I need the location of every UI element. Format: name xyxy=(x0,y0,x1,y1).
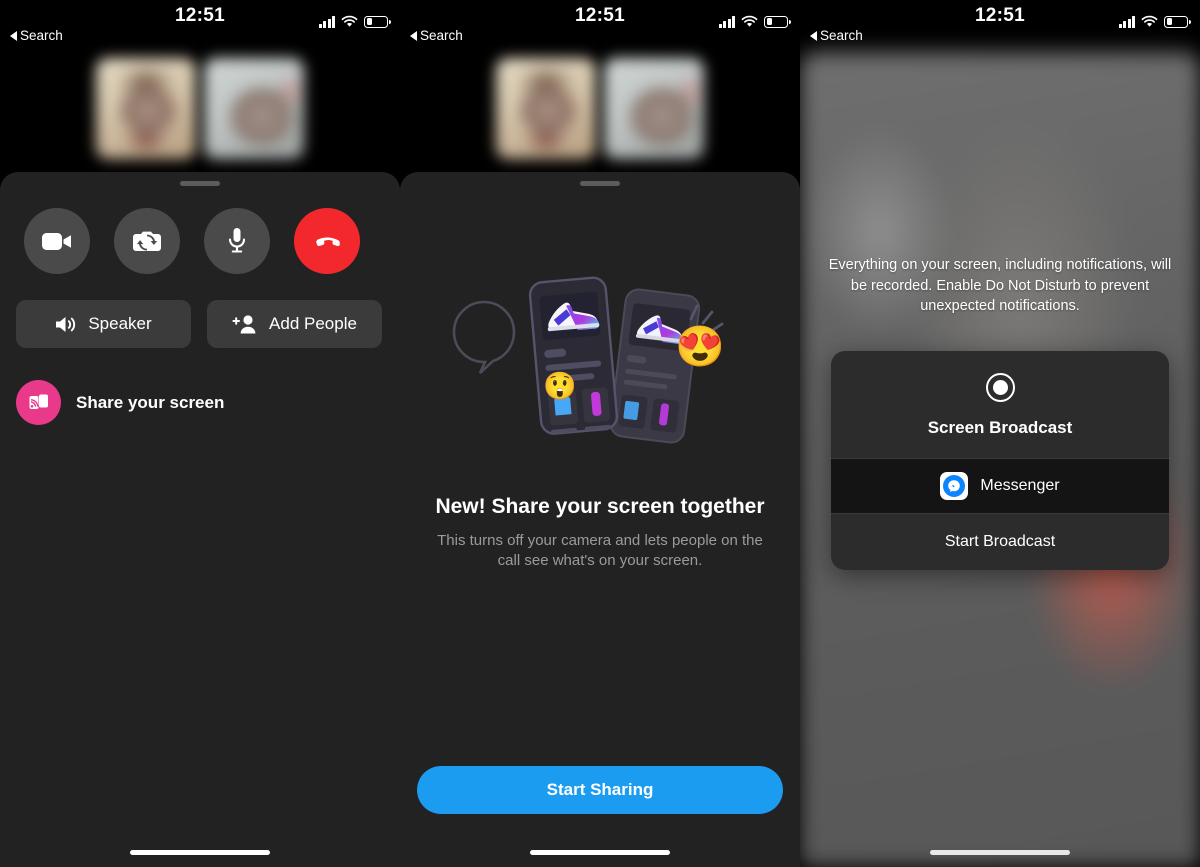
status-bar: 12:51 Search xyxy=(0,0,400,52)
add-people-button[interactable]: Add People xyxy=(207,300,382,348)
share-screen-illustration: 😲 😍 xyxy=(400,270,800,455)
add-person-icon xyxy=(232,315,256,334)
call-option-row: Speaker Add People xyxy=(0,274,400,348)
end-call-button[interactable] xyxy=(294,208,360,274)
participant-video-2[interactable] xyxy=(604,58,704,159)
back-to-search-link[interactable]: Search xyxy=(810,28,863,43)
battery-low-icon xyxy=(764,15,791,28)
status-bar-indicators xyxy=(1118,15,1191,28)
back-triangle-icon xyxy=(810,30,817,41)
back-triangle-icon xyxy=(410,30,417,41)
participant-video-1[interactable] xyxy=(96,58,196,159)
back-label: Search xyxy=(20,28,63,43)
back-to-search-link[interactable]: Search xyxy=(410,28,463,43)
start-sharing-button[interactable]: Start Sharing xyxy=(417,766,783,814)
participant-video-2[interactable] xyxy=(204,58,304,159)
emoji-heart-eyes: 😍 xyxy=(675,325,725,369)
wifi-icon xyxy=(741,15,758,27)
add-people-label: Add People xyxy=(269,314,357,333)
end-call-icon xyxy=(316,237,340,247)
cellular-signal-icon xyxy=(1118,15,1135,28)
wifi-icon xyxy=(341,15,358,27)
screencast-icon xyxy=(16,380,61,425)
call-controls-sheet: Speaker Add People Share your screen xyxy=(0,172,400,867)
toggle-video-button[interactable] xyxy=(24,208,90,274)
messenger-icon xyxy=(940,472,969,500)
illustration-phones-sneakers: 😲 😍 xyxy=(452,276,725,444)
speaker-icon xyxy=(56,316,76,332)
home-indicator xyxy=(930,850,1070,855)
back-label: Search xyxy=(820,28,863,43)
back-triangle-icon xyxy=(10,30,17,41)
messenger-bolt-glyph xyxy=(948,480,961,492)
start-broadcast-button[interactable]: Start Broadcast xyxy=(831,514,1169,570)
screencast-glyph xyxy=(29,394,48,409)
share-your-screen-row[interactable]: Share your screen xyxy=(0,348,400,425)
messenger-label: Messenger xyxy=(980,477,1060,494)
promo-title: New! Share your screen together xyxy=(435,495,765,518)
participant-video-1[interactable] xyxy=(496,58,596,159)
home-indicator xyxy=(530,850,670,855)
sheet-drag-handle[interactable] xyxy=(580,181,620,186)
participant-thumbnails xyxy=(0,52,400,159)
panel-screen-broadcast: 12:51 Search Everything on your screen, … xyxy=(800,0,1200,867)
panel-call-controls: 12:51 Search Speaker Add People Share yo… xyxy=(0,0,400,867)
record-icon xyxy=(985,373,1015,402)
cellular-signal-icon xyxy=(718,15,735,28)
back-label: Search xyxy=(420,28,463,43)
emoji-astonished: 😲 xyxy=(543,371,577,401)
screen-broadcast-dialog: Screen Broadcast Messenger Start Broadca… xyxy=(831,351,1169,570)
status-bar-indicators xyxy=(718,15,791,28)
share-screen-sheet: 😲 😍 New! Share your screen together This… xyxy=(400,172,800,867)
call-control-row xyxy=(0,186,400,274)
flip-camera-button[interactable] xyxy=(114,208,180,274)
back-to-search-link[interactable]: Search xyxy=(10,28,63,43)
panel-share-screen-promo: 12:51 Search 😲 😍 New! Share your screen … xyxy=(400,0,800,867)
flip-camera-icon xyxy=(133,231,161,251)
status-bar: 12:51 Search xyxy=(800,0,1200,52)
speaker-label: Speaker xyxy=(88,314,152,333)
promo-subtitle: This turns off your camera and lets peop… xyxy=(437,532,763,569)
cellular-signal-icon xyxy=(318,15,335,28)
battery-low-icon xyxy=(364,15,391,28)
video-camera-icon xyxy=(42,232,71,250)
wifi-icon xyxy=(1141,15,1158,27)
status-bar: 12:51 Search xyxy=(400,0,800,52)
battery-low-icon xyxy=(1164,15,1191,28)
participant-thumbnails xyxy=(400,52,800,159)
screenshot-triptych: 12:51 Search Speaker Add People Share yo… xyxy=(0,0,1200,867)
speaker-button[interactable]: Speaker xyxy=(16,300,191,348)
dialog-title: Screen Broadcast xyxy=(927,418,1073,437)
recording-warning-text: Everything on your screen, including not… xyxy=(828,257,1172,315)
toggle-mic-button[interactable] xyxy=(204,208,270,274)
status-bar-indicators xyxy=(318,15,391,28)
home-indicator xyxy=(130,850,270,855)
share-your-screen-label: Share your screen xyxy=(76,392,225,412)
broadcast-app-option-messenger[interactable]: Messenger xyxy=(831,458,1169,514)
dialog-header: Screen Broadcast xyxy=(831,351,1169,458)
microphone-icon xyxy=(228,228,246,253)
